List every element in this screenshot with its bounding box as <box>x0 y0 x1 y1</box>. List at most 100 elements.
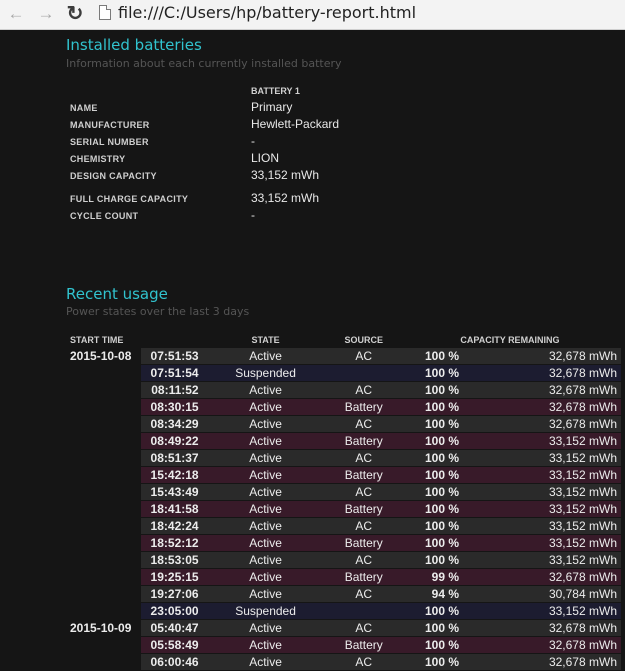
table-row: 06:00:46 Active AC 100 % 32,678 mWh <box>66 653 621 671</box>
cell-date <box>66 653 141 671</box>
cell-state: Active <box>202 381 329 399</box>
cell-state: Active <box>202 619 329 637</box>
cell-mwh: 33,152 mWh <box>463 483 621 501</box>
recent-usage-subtitle: Power states over the last 3 days <box>66 305 250 318</box>
table-header-row: START TIME STATE SOURCE CAPACITY REMAINI… <box>66 332 621 348</box>
design-capacity-label: DESIGN CAPACITY <box>70 171 157 181</box>
capacity-remaining-header: CAPACITY REMAINING <box>460 335 560 345</box>
table-row: 18:53:05 Active AC 100 % 33,152 mWh <box>66 551 621 569</box>
cell-mwh: 33,152 mWh <box>463 500 621 518</box>
cell-date: 2015-10-09 <box>66 619 141 637</box>
cell-source: Battery <box>328 534 399 552</box>
cell-mwh: 30,784 mWh <box>463 585 621 603</box>
cell-date <box>66 517 141 535</box>
cell-source: AC <box>328 653 399 671</box>
cell-pct: 100 % <box>398 466 463 484</box>
cell-mwh: 33,152 mWh <box>463 449 621 467</box>
address-bar[interactable]: file:///C:/Users/hp/battery-report.html <box>118 3 416 22</box>
design-capacity-value: 33,152 mWh <box>251 168 320 182</box>
cell-pct: 99 % <box>398 568 463 586</box>
cell-state: Active <box>202 415 329 433</box>
cell-pct: 100 % <box>398 415 463 433</box>
page-icon <box>99 5 111 20</box>
state-header: STATE <box>251 335 280 345</box>
cell-pct: 100 % <box>398 381 463 399</box>
cell-date <box>66 449 141 467</box>
forward-arrow-icon[interactable]: → <box>36 4 56 24</box>
cell-pct: 100 % <box>398 619 463 637</box>
cell-date <box>66 534 141 552</box>
cell-time: 05:40:47 <box>140 619 203 637</box>
cell-mwh: 32,678 mWh <box>463 619 621 637</box>
cell-mwh: 32,678 mWh <box>463 568 621 586</box>
cell-time: 08:51:37 <box>140 449 203 467</box>
name-label: NAME <box>70 103 98 113</box>
cell-date <box>66 364 141 382</box>
cell-mwh: 33,152 mWh <box>463 432 621 450</box>
cell-mwh: 32,678 mWh <box>463 381 621 399</box>
cell-pct: 100 % <box>398 364 463 382</box>
table-row: 08:34:29 Active AC 100 % 32,678 mWh <box>66 415 621 433</box>
cell-state: Active <box>202 568 329 586</box>
cell-date <box>66 500 141 518</box>
recent-usage-table: START TIME STATE SOURCE CAPACITY REMAINI… <box>66 332 621 671</box>
cell-state: Active <box>202 517 329 535</box>
table-row: 08:49:22 Active Battery 100 % 33,152 mWh <box>66 432 621 450</box>
reload-icon[interactable]: ↻ <box>65 4 85 24</box>
cell-state: Active <box>202 483 329 501</box>
start-time-header: START TIME <box>70 335 124 345</box>
cell-state: Active <box>202 500 329 518</box>
manufacturer-value: Hewlett-Packard <box>251 117 340 131</box>
installed-batteries-title: Installed batteries <box>66 36 202 54</box>
cell-pct: 100 % <box>398 636 463 654</box>
cell-mwh: 33,152 mWh <box>463 466 621 484</box>
browser-toolbar: ← → ↻ file:///C:/Users/hp/battery-report… <box>0 0 625 30</box>
installed-batteries-subtitle: Information about each currently install… <box>66 57 342 70</box>
table-row: 08:11:52 Active AC 100 % 32,678 mWh <box>66 381 621 399</box>
cell-source: AC <box>328 348 399 365</box>
cell-pct: 100 % <box>398 602 463 620</box>
table-row: 19:25:15 Active Battery 99 % 32,678 mWh <box>66 568 621 586</box>
cell-source: Battery <box>328 636 399 654</box>
table-row: 08:30:15 Active Battery 100 % 32,678 mWh <box>66 398 621 416</box>
cell-pct: 100 % <box>398 449 463 467</box>
table-row: 19:27:06 Active AC 94 % 30,784 mWh <box>66 585 621 603</box>
cell-source <box>328 602 399 620</box>
cell-time: 19:27:06 <box>140 585 203 603</box>
cell-time: 19:25:15 <box>140 568 203 586</box>
cell-date <box>66 602 141 620</box>
battery-column-header: BATTERY 1 <box>251 86 300 96</box>
cell-time: 18:52:12 <box>140 534 203 552</box>
cell-state: Active <box>202 398 329 416</box>
cell-pct: 100 % <box>398 517 463 535</box>
recent-usage-rows: 2015-10-08 07:51:53 Active AC 100 % 32,678 mW… <box>66 348 621 671</box>
manufacturer-label: MANUFACTURER <box>70 120 150 130</box>
cell-source: Battery <box>328 568 399 586</box>
serial-number-value: - <box>251 134 255 148</box>
cell-date <box>66 415 141 433</box>
cell-date <box>66 636 141 654</box>
cell-pct: 100 % <box>398 534 463 552</box>
back-arrow-icon[interactable]: ← <box>6 4 26 24</box>
cell-date <box>66 466 141 484</box>
cell-source: AC <box>328 381 399 399</box>
cell-mwh: 32,678 mWh <box>463 636 621 654</box>
table-row: 18:52:12 Active Battery 100 % 33,152 mWh <box>66 534 621 552</box>
table-row: 15:42:18 Active Battery 100 % 33,152 mWh <box>66 466 621 484</box>
name-value: Primary <box>251 100 293 114</box>
cell-date <box>66 483 141 501</box>
cell-time: 08:34:29 <box>140 415 203 433</box>
cell-mwh: 33,152 mWh <box>463 602 621 620</box>
cell-mwh: 33,152 mWh <box>463 517 621 535</box>
cell-time: 08:30:15 <box>140 398 203 416</box>
cell-pct: 100 % <box>398 348 463 365</box>
cell-time: 05:58:49 <box>140 636 203 654</box>
cell-state: Suspended <box>202 602 329 620</box>
cell-time: 15:43:49 <box>140 483 203 501</box>
cell-pct: 100 % <box>398 653 463 671</box>
cell-date <box>66 551 141 569</box>
cell-date <box>66 568 141 586</box>
full-charge-capacity-value: 33,152 mWh <box>251 191 320 205</box>
cell-source <box>328 364 399 382</box>
cell-pct: 100 % <box>398 551 463 569</box>
